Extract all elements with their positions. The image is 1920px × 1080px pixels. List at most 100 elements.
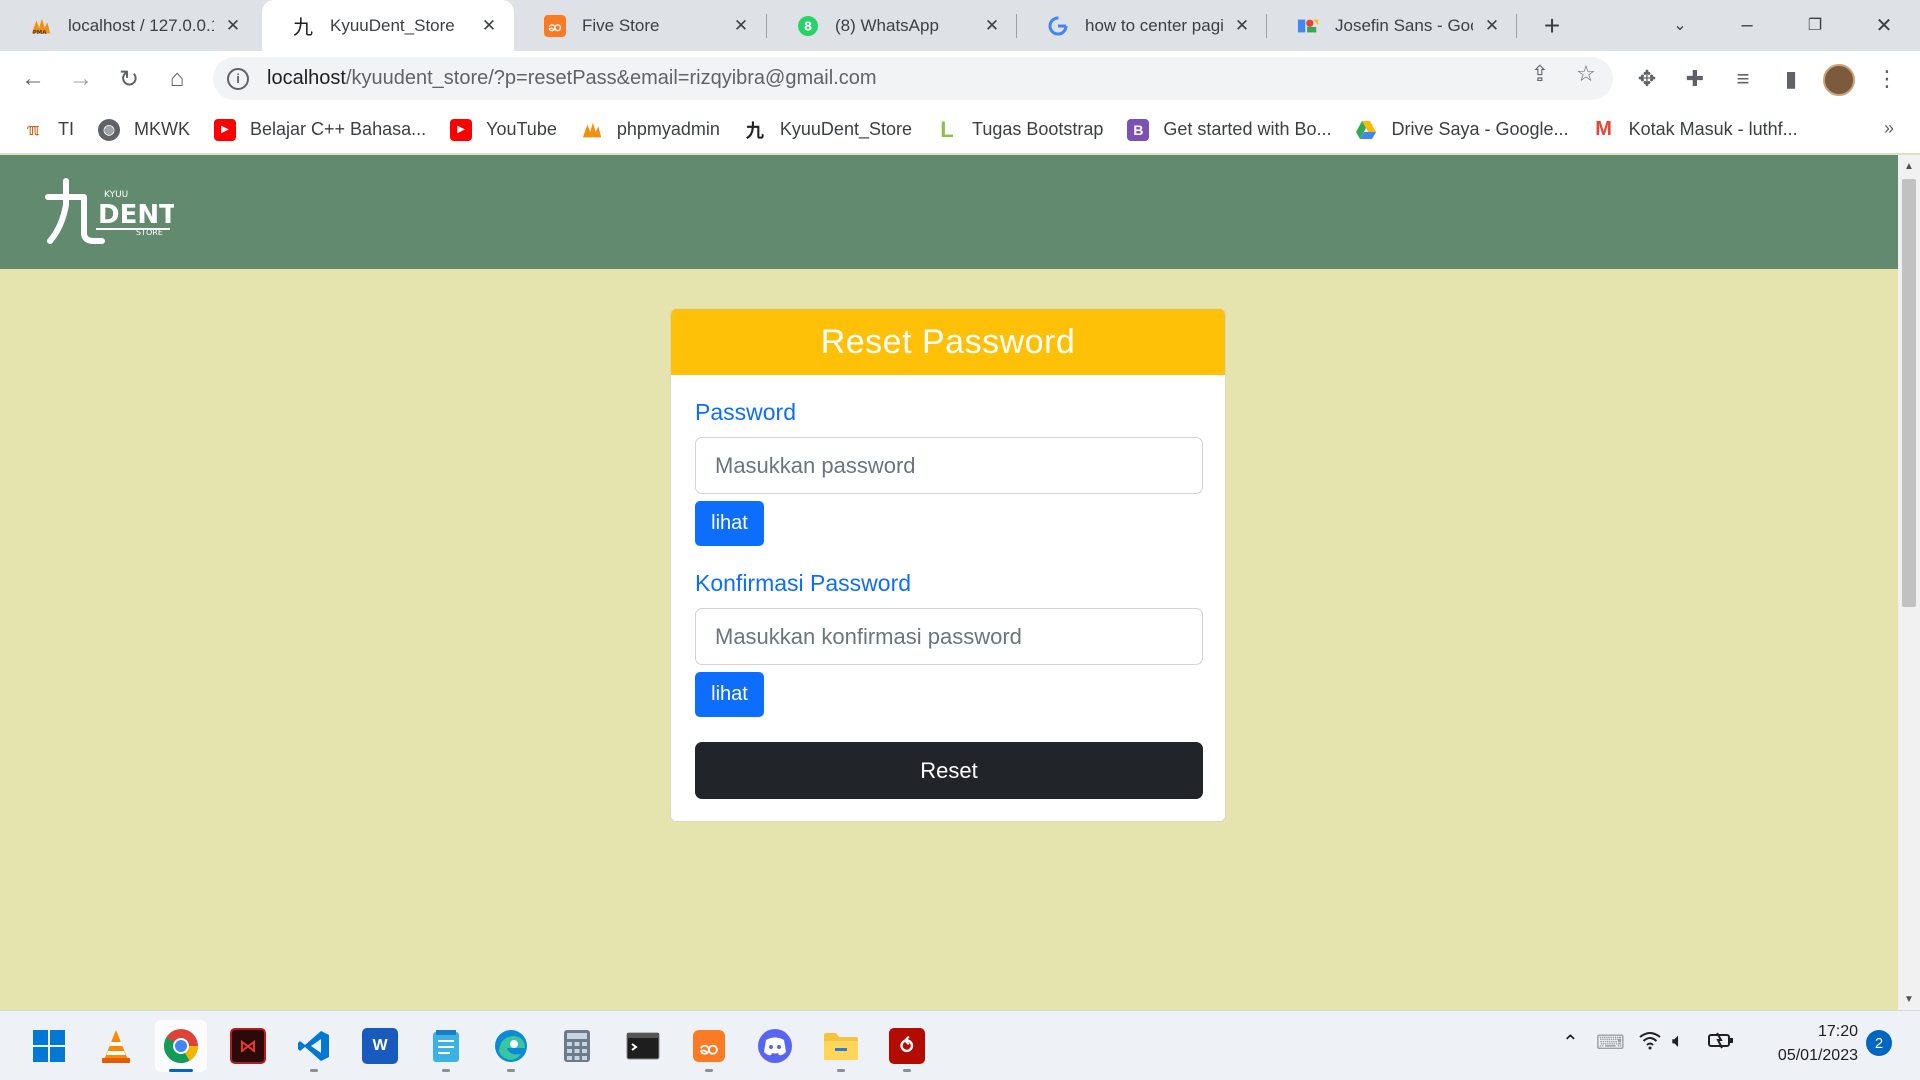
notification-badge[interactable]: 2 (1866, 1030, 1892, 1056)
tab-kyuudent-store[interactable]: 九 KyuuDent_Store ✕ (262, 0, 514, 51)
bookmark-google-drive[interactable]: Drive Saya - Google... (1355, 119, 1569, 141)
page-viewport: KYUU DENT STORE Reset Password Password … (0, 155, 1898, 1010)
clock-date: 05/01/2023 (1777, 1047, 1858, 1064)
restore-icon[interactable]: ❐ (1797, 8, 1833, 42)
page-scrollbar[interactable]: ▲ ▼ (1898, 155, 1920, 1010)
extensions-puzzle-icon[interactable]: ✚ (1678, 62, 1712, 96)
close-icon[interactable]: ✕ (730, 15, 752, 37)
bookmark-youtube[interactable]: ▶ YouTube (450, 118, 557, 141)
password-input[interactable] (695, 437, 1203, 494)
close-icon[interactable]: ✕ (478, 15, 500, 37)
confirm-password-input[interactable] (695, 608, 1203, 665)
close-icon[interactable]: ✕ (1231, 15, 1253, 37)
show-password-button[interactable]: lihat (695, 501, 764, 546)
xampp-icon[interactable]: ဆ (683, 1020, 735, 1072)
profile-avatar[interactable] (1823, 64, 1855, 96)
ti-icon: ℼ (26, 121, 40, 139)
scroll-up-icon[interactable]: ▲ (1898, 157, 1920, 175)
media-control-icon[interactable]: ≡ (1726, 62, 1760, 96)
new-tab-button[interactable]: + (1536, 10, 1568, 42)
clock-time: 17:20 (1817, 1023, 1858, 1040)
kyuudent-icon: 九 (745, 120, 764, 141)
bootstrap-icon: B (1127, 118, 1150, 141)
back-icon[interactable]: ← (16, 62, 50, 96)
bookmark-kyuudent-store[interactable]: 九 KyuuDent_Store (744, 119, 912, 141)
home-icon[interactable]: ⌂ (160, 62, 194, 96)
svg-text:ဆ: ဆ (548, 19, 562, 35)
notepad-icon[interactable] (420, 1020, 472, 1072)
vscode-icon[interactable] (288, 1020, 340, 1072)
svg-text:ဆ: ဆ (699, 1035, 718, 1059)
kyuudent-logo[interactable]: KYUU DENT STORE (44, 177, 177, 249)
svg-text:KYUU: KYUU (104, 190, 128, 200)
terminal-icon[interactable] (617, 1020, 669, 1072)
wifi-icon[interactable] (1638, 1030, 1662, 1056)
bookmarks-overflow-chevron[interactable]: » (1884, 118, 1894, 139)
reset-password-form: Password lihat Konfirmasi Password lihat… (671, 399, 1225, 799)
capcut-icon[interactable]: ⋈ (222, 1020, 274, 1072)
close-icon[interactable]: ✕ (222, 15, 244, 37)
share-icon[interactable]: ⇪ (1525, 59, 1555, 89)
edge-icon[interactable] (485, 1020, 537, 1072)
battery-icon[interactable] (1708, 1030, 1734, 1056)
discord-icon[interactable] (749, 1020, 801, 1072)
volume-icon[interactable]: 🔈︎ (1672, 1030, 1684, 1053)
chrome-icon[interactable] (155, 1020, 207, 1072)
tab-five-store[interactable]: ဆ Five Store ✕ (514, 0, 766, 51)
svg-text:PMA: PMA (33, 30, 48, 36)
reload-icon[interactable]: ↻ (112, 62, 146, 96)
tab-search-icon[interactable]: ⌄ (1662, 8, 1698, 42)
bookmark-tugas-bootstrap[interactable]: L Tugas Bootstrap (936, 116, 1103, 142)
minimize-icon[interactable]: – (1729, 8, 1765, 42)
browser-toolbar: ← → ↻ ⌂ i localhost/kyuudent_store/?p=re… (0, 51, 1920, 106)
language-icon[interactable]: ⌨ (1596, 1030, 1625, 1055)
bookmark-bootstrap[interactable]: B Get started with Bo... (1127, 118, 1331, 141)
taskbar-clock[interactable]: 17:20 05/01/2023 (1748, 1020, 1858, 1068)
bookmark-phpmyadmin[interactable]: phpmyadmin (581, 119, 720, 141)
acrobat-icon[interactable]: ⥀ (881, 1020, 933, 1072)
tab-google-search[interactable]: how to center pagi ✕ (1017, 0, 1267, 51)
tab-josefin-sans[interactable]: Josefin Sans - Goog ✕ (1267, 0, 1517, 51)
file-explorer-icon[interactable] (815, 1020, 867, 1072)
url-text[interactable]: localhost/kyuudent_store/?p=resetPass&em… (267, 67, 876, 90)
reset-button[interactable]: Reset (695, 742, 1203, 799)
menu-dots-icon[interactable]: ⋮ (1870, 62, 1904, 96)
browser-tab-strip: PMA localhost / 127.0.0.1 ✕ 九 KyuuDent_S… (0, 0, 1920, 51)
extension-move-icon[interactable]: ✥ (1630, 62, 1664, 96)
bookmark-gmail[interactable]: M Kotak Masuk - luthf... (1593, 118, 1797, 141)
reset-password-card: Reset Password Password lihat Konfirmasi… (670, 308, 1226, 822)
whatsapp-icon: 8 (797, 15, 819, 37)
site-info-icon[interactable]: i (227, 67, 249, 90)
window-close-icon[interactable]: ✕ (1866, 8, 1902, 42)
youtube-icon: ▶ (450, 118, 473, 141)
bookmark-belajar-cpp[interactable]: ▶ Belajar C++ Bahasa... (214, 118, 426, 141)
forward-icon[interactable]: → (64, 62, 98, 96)
close-icon[interactable]: ✕ (1481, 15, 1503, 37)
bookmark-star-icon[interactable]: ☆ (1571, 59, 1601, 89)
address-bar[interactable]: i localhost/kyuudent_store/?p=resetPass&… (213, 57, 1613, 100)
youtube-icon: ▶ (214, 118, 236, 141)
google-drive-icon (1355, 119, 1377, 141)
show-confirm-password-button[interactable]: lihat (695, 672, 764, 717)
tab-separator (1516, 14, 1517, 38)
bookmark-mkwk[interactable]: ◍ MKWK (98, 118, 190, 141)
side-panel-icon[interactable]: ▮ (1774, 62, 1808, 96)
phpmyadmin-icon (581, 119, 603, 141)
bookmark-ti[interactable]: ℼ TI (22, 119, 74, 141)
bookmarks-bar: ℼ TI ◍ MKWK ▶ Belajar C++ Bahasa... ▶ Yo… (0, 106, 1920, 154)
tab-whatsapp[interactable]: 8 (8) WhatsApp ✕ (767, 0, 1017, 51)
l-icon: L (940, 116, 954, 142)
globe-icon: ◍ (98, 118, 120, 141)
password-label: Password (695, 399, 796, 425)
tab-phpmyadmin[interactable]: PMA localhost / 127.0.0.1 ✕ (0, 0, 258, 51)
show-hidden-icons-chevron[interactable]: ⌃ (1562, 1030, 1579, 1055)
calculator-icon[interactable] (551, 1020, 603, 1072)
vlc-icon[interactable] (90, 1020, 142, 1072)
word-icon[interactable]: W (354, 1020, 406, 1072)
confirm-password-label: Konfirmasi Password (695, 570, 912, 596)
scroll-down-icon[interactable]: ▼ (1898, 990, 1920, 1008)
scroll-thumb[interactable] (1902, 179, 1916, 607)
site-header: KYUU DENT STORE (0, 155, 1898, 269)
close-icon[interactable]: ✕ (981, 15, 1003, 37)
windows-start-icon[interactable] (23, 1020, 75, 1072)
